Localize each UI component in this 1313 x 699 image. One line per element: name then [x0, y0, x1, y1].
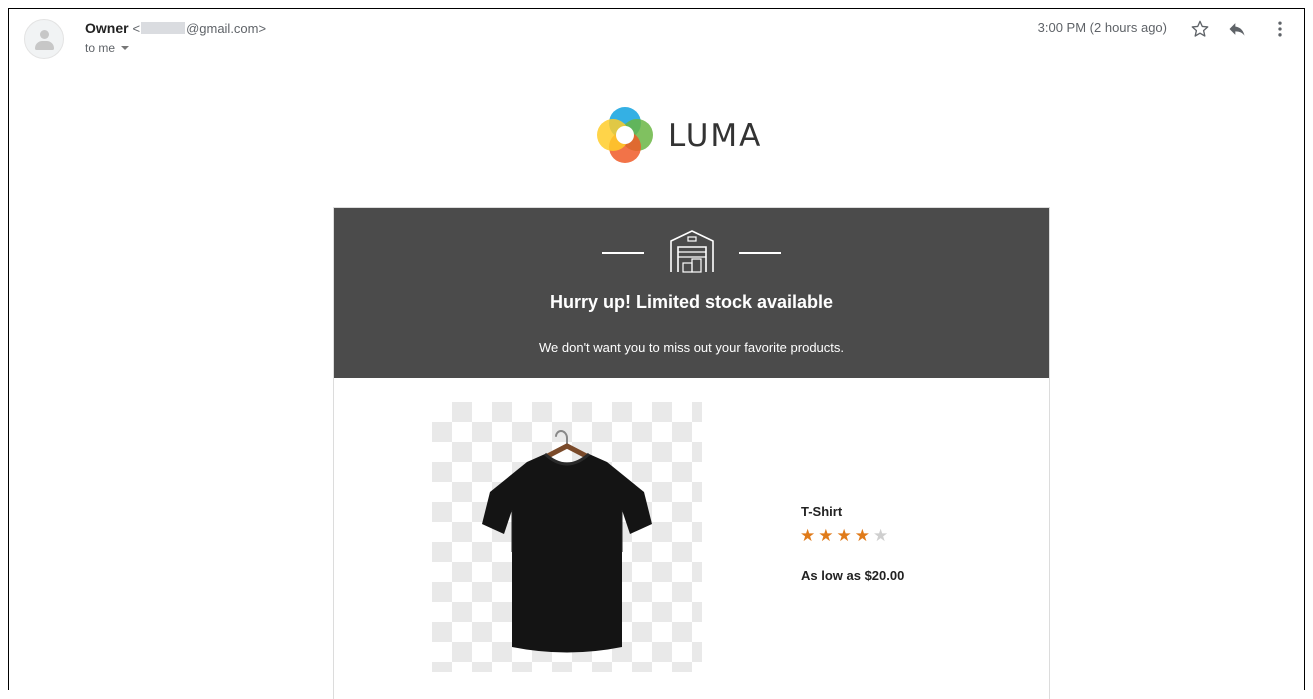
product-rating: ★ ★ ★ ★ ★ [800, 527, 888, 545]
logo-text: LUMA [668, 118, 763, 154]
recipient-toggle[interactable]: to me [85, 41, 130, 55]
star-filled-icon: ★ [836, 526, 852, 545]
product-image[interactable] [432, 402, 702, 672]
email-header: Owner < @gmail.com> to me 3:00 PM (2 hour… [9, 9, 1304, 89]
sender-address: < @gmail.com> [132, 21, 267, 36]
warehouse-icon [667, 228, 717, 274]
product-price: As low as $20.00 [801, 568, 905, 583]
star-empty-icon: ★ [873, 526, 889, 545]
star-filled-icon: ★ [818, 526, 834, 545]
email-timestamp: 3:00 PM (2 hours ago) [1037, 20, 1167, 35]
redacted-address [141, 22, 186, 34]
avatar-icon[interactable] [24, 19, 64, 59]
luma-logo[interactable]: LUMA [596, 106, 762, 164]
star-filled-icon: ★ [854, 526, 870, 545]
email-view: Owner < @gmail.com> to me 3:00 PM (2 hour… [8, 8, 1305, 699]
reply-icon[interactable] [1225, 17, 1249, 41]
email-content-card: Hurry up! Limited stock available We don… [333, 207, 1050, 699]
banner-divider-left [602, 252, 644, 254]
product-name[interactable]: T-Shirt [801, 504, 842, 519]
luma-logo-icon [597, 107, 653, 163]
sender-name[interactable]: Owner [85, 20, 129, 36]
star-filled-icon: ★ [800, 526, 816, 545]
promo-banner: Hurry up! Limited stock available We don… [334, 208, 1049, 378]
caret-down-icon[interactable] [121, 46, 130, 50]
sender-line[interactable]: Owner < @gmail.com> [85, 20, 266, 36]
star-icon[interactable] [1188, 17, 1212, 41]
more-vertical-icon[interactable] [1268, 17, 1292, 41]
recipient-label: to me [85, 41, 116, 55]
banner-divider-right [739, 252, 781, 254]
banner-subtitle: We don't want you to miss out your favor… [539, 340, 844, 355]
banner-title: Hurry up! Limited stock available [549, 292, 834, 312]
